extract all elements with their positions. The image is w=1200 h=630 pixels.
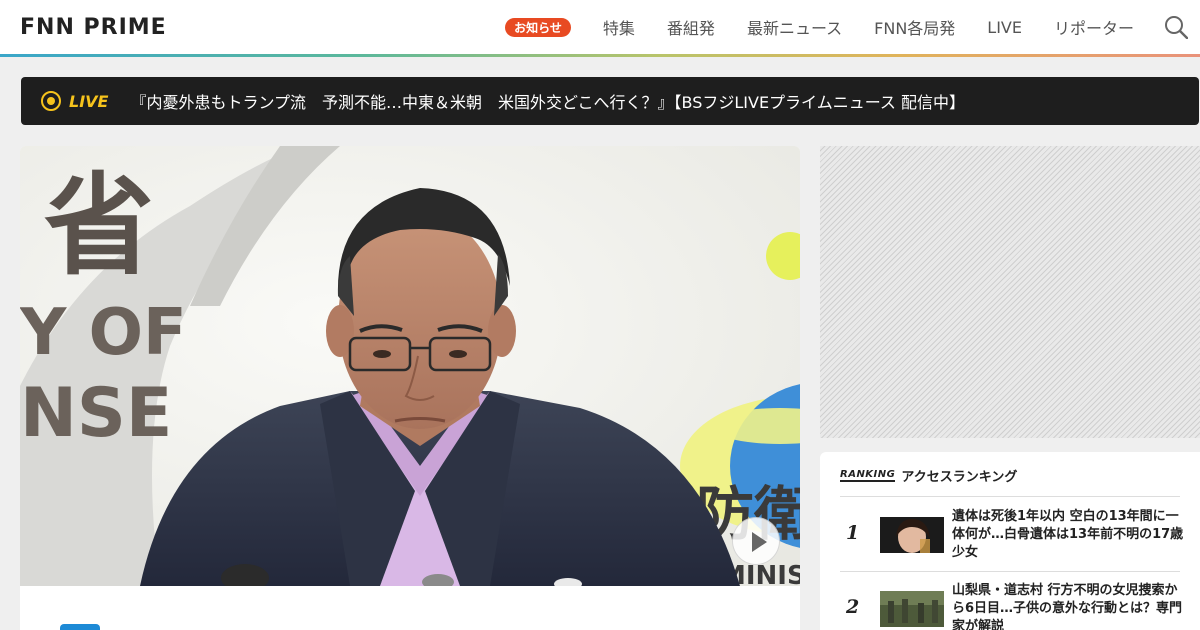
notice-badge[interactable]: お知らせ	[505, 17, 571, 37]
play-icon	[752, 532, 767, 552]
signage-line-of: Y OF	[20, 296, 187, 370]
ranking-item-1[interactable]: 1 遺体は死後1年以内 空白の13年間に一体何が…白骨遺体は13年前不明の17歳…	[840, 506, 1183, 572]
site-header: FNN PRIME お知らせ 特集 番組発 最新ニュース FNN各局発 LIVE…	[0, 0, 1200, 54]
live-eye-icon	[41, 91, 61, 111]
nav-item-fnn-stations[interactable]: FNN各局発	[874, 15, 955, 39]
video-play-button[interactable]	[732, 517, 780, 565]
nav-item-reporters[interactable]: リポーター	[1054, 15, 1134, 39]
nav-item-feature[interactable]: 特集	[603, 15, 635, 39]
category-tag[interactable]	[60, 624, 100, 630]
ranking-thumbnail[interactable]	[880, 591, 944, 627]
rank-number: 1	[846, 522, 860, 544]
ranking-logo: RANKING	[840, 469, 896, 482]
ranking-item-2[interactable]: 2 山梨県・道志村 行方不明の女児捜索から6日目…子供の意外な行動とは？専門家が…	[840, 580, 1182, 630]
rank-number: 2	[846, 596, 860, 618]
live-banner[interactable]: LIVE 『内憂外患もトランプ流 予測不能…中東＆米朝 米国外交どこへ行く？』【…	[21, 77, 1199, 125]
ranking-header: RANKING アクセスランキング	[840, 466, 1017, 485]
signage-kanji: 省	[44, 162, 154, 290]
ranking-divider	[840, 496, 1180, 497]
signage-line-nse: NSE	[20, 374, 172, 453]
advertisement-placeholder[interactable]	[820, 146, 1200, 438]
main-nav: お知らせ 特集 番組発 最新ニュース FNN各局発 LIVE リポーター	[505, 0, 1200, 54]
ranking-divider	[840, 571, 1180, 572]
live-label: LIVE	[69, 91, 109, 111]
hero-photo: 省 Y OF NSE 防衛 MINIST	[20, 146, 800, 586]
ranking-title: アクセスランキング	[901, 470, 1018, 485]
hero-image[interactable]: 省 Y OF NSE 防衛 MINIST	[20, 146, 800, 586]
nav-item-programs[interactable]: 番組発	[667, 15, 715, 39]
logo-text: FNN PRIME	[20, 14, 167, 40]
search-icon[interactable]	[1164, 15, 1189, 40]
ranking-item-title[interactable]: 遺体は死後1年以内 空白の13年間に一体何が…白骨遺体は13年前不明の17歳少女	[952, 508, 1184, 562]
ranking-item-title[interactable]: 山梨県・道志村 行方不明の女児捜索から6日目…子供の意外な行動とは？専門家が解説	[952, 582, 1184, 630]
fnn-prime-logo[interactable]: FNN PRIME	[20, 14, 167, 40]
ranking-thumbnail[interactable]	[880, 517, 944, 553]
main-article-card[interactable]: 省 Y OF NSE 防衛 MINIST	[20, 146, 800, 630]
nav-item-live[interactable]: LIVE	[987, 18, 1022, 37]
live-headline[interactable]: 『内憂外患もトランプ流 予測不能…中東＆米朝 米国外交どこへ行く？』【BSフジL…	[130, 89, 965, 113]
header-gradient-line	[0, 54, 1200, 57]
nav-item-latest-news[interactable]: 最新ニュース	[747, 15, 842, 39]
access-ranking-panel: RANKING アクセスランキング 1 遺体は死後1年以内 空白の13年間に一体…	[820, 452, 1200, 630]
